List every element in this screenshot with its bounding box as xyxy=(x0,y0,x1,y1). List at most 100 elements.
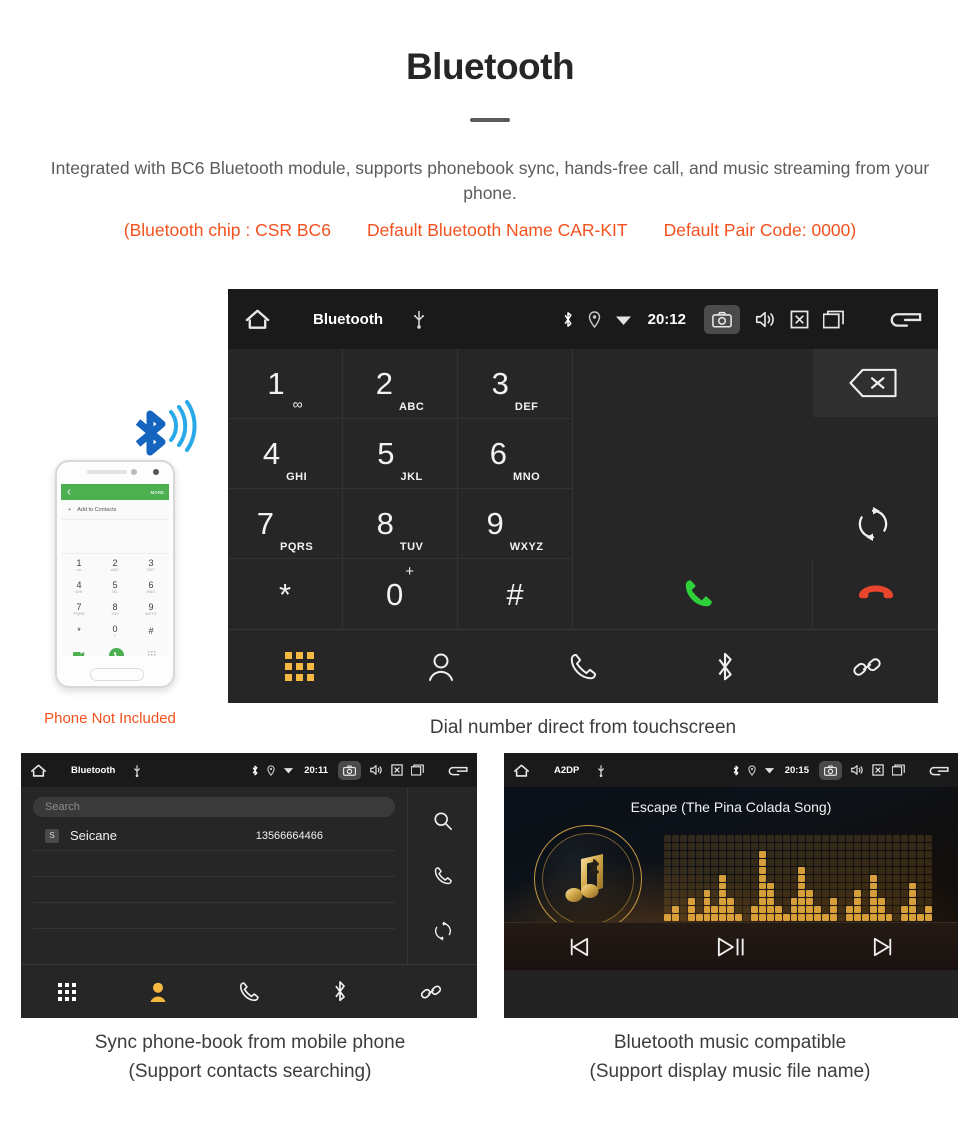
nav-keypad[interactable] xyxy=(228,652,370,681)
back-icon[interactable] xyxy=(928,764,949,777)
eq-dot xyxy=(719,906,727,914)
eq-dot xyxy=(735,906,743,914)
phone-call-button xyxy=(109,647,124,656)
key-4[interactable]: 4 GHI xyxy=(228,419,343,489)
eq-dot xyxy=(861,882,869,890)
camera-icon[interactable] xyxy=(819,760,842,780)
eq-dot xyxy=(853,835,861,842)
back-icon[interactable] xyxy=(888,308,922,330)
home-icon[interactable] xyxy=(513,763,530,778)
eq-dot xyxy=(790,914,798,922)
eq-dot xyxy=(727,850,735,858)
recent-apps-icon[interactable] xyxy=(411,764,425,776)
key-0[interactable]: 0 + xyxy=(343,559,458,629)
eq-dot xyxy=(806,882,814,890)
eq-dot xyxy=(751,898,758,906)
mute-icon[interactable] xyxy=(872,764,884,776)
eq-dot xyxy=(751,874,758,882)
phone-key: 8 TUV xyxy=(97,598,133,620)
eq-dot xyxy=(664,858,671,866)
eq-dot xyxy=(703,914,711,922)
volume-icon[interactable] xyxy=(754,310,776,329)
eq-dot xyxy=(695,850,703,858)
eq-dot xyxy=(695,866,703,874)
search-icon[interactable] xyxy=(433,811,453,831)
search-input[interactable]: Search xyxy=(33,797,395,817)
key-hash[interactable]: # xyxy=(458,559,573,629)
eq-dot xyxy=(687,842,695,850)
nav-contacts[interactable] xyxy=(370,652,512,682)
recent-apps-icon[interactable] xyxy=(823,310,846,329)
key-star[interactable]: * xyxy=(228,559,343,629)
key-7[interactable]: 7 PQRS xyxy=(228,489,343,559)
eq-dot xyxy=(687,850,695,858)
recent-apps-icon[interactable] xyxy=(892,764,906,776)
nav-call-log[interactable] xyxy=(512,652,654,682)
back-icon[interactable] xyxy=(447,764,468,777)
key-5[interactable]: 5 JKL xyxy=(343,419,458,489)
eq-dot xyxy=(695,914,703,922)
eq-dot xyxy=(893,898,901,906)
backspace-button[interactable] xyxy=(813,357,933,409)
nav-keypad[interactable] xyxy=(21,982,112,1001)
eq-dot xyxy=(845,882,853,890)
call-icon[interactable] xyxy=(433,866,453,886)
contact-row[interactable]: S Seicane 13566664466 xyxy=(33,821,395,851)
eq-dot xyxy=(782,898,790,906)
eq-dot xyxy=(727,835,735,842)
volume-icon[interactable] xyxy=(850,764,864,776)
eq-dot xyxy=(806,890,814,898)
eq-dot xyxy=(790,874,798,882)
mute-icon[interactable] xyxy=(391,764,403,776)
sync-icon[interactable] xyxy=(433,921,453,941)
phonebook-caption: Sync phone-book from mobile phone (Suppo… xyxy=(0,1029,500,1086)
previous-icon[interactable] xyxy=(568,937,590,957)
eq-dot xyxy=(727,898,735,906)
volume-icon[interactable] xyxy=(369,764,383,776)
nav-call-log[interactable] xyxy=(203,981,294,1003)
key-3[interactable]: 3 DEF xyxy=(458,349,573,419)
eq-dot xyxy=(917,850,925,858)
phone-key-letters: GHI xyxy=(75,589,83,594)
phone-key: * xyxy=(61,620,97,642)
hangup-button[interactable] xyxy=(813,559,938,629)
nav-contacts[interactable] xyxy=(112,981,203,1003)
eq-dot xyxy=(925,850,932,858)
eq-dot xyxy=(853,858,861,866)
nav-link[interactable] xyxy=(796,652,938,682)
mute-icon[interactable] xyxy=(790,310,809,329)
eq-dot xyxy=(727,890,735,898)
eq-dot xyxy=(877,914,885,922)
play-pause-icon[interactable] xyxy=(717,936,745,958)
key-digit: 5 xyxy=(377,436,395,471)
eq-dot xyxy=(893,874,901,882)
key-digit: 8 xyxy=(376,506,394,541)
eq-dot xyxy=(743,874,751,882)
key-1[interactable]: 1 ∞ xyxy=(228,349,343,419)
key-8[interactable]: 8 TUV xyxy=(343,489,458,559)
key-6[interactable]: 6 MNO xyxy=(458,419,573,489)
eq-dot xyxy=(917,906,925,914)
camera-icon[interactable] xyxy=(704,304,740,334)
phone-key-digit: 4 xyxy=(76,579,82,590)
home-icon[interactable] xyxy=(244,307,271,331)
eq-dot xyxy=(806,906,814,914)
eq-dot xyxy=(814,850,822,858)
nav-bluetooth[interactable] xyxy=(295,980,386,1003)
key-2[interactable]: 2 ABC xyxy=(343,349,458,419)
next-icon[interactable] xyxy=(872,937,894,957)
home-icon[interactable] xyxy=(30,763,47,778)
eq-dot xyxy=(869,898,877,906)
nav-link[interactable] xyxy=(386,981,477,1003)
eq-dot xyxy=(869,906,877,914)
camera-icon[interactable] xyxy=(338,760,361,780)
key-9[interactable]: 9 WXYZ xyxy=(458,489,573,559)
eq-dot xyxy=(703,906,711,914)
sync-button[interactable] xyxy=(813,489,933,559)
call-button[interactable] xyxy=(583,559,813,629)
eq-dot xyxy=(901,882,909,890)
phone-key-letters: TUV xyxy=(111,611,119,616)
nav-bluetooth[interactable] xyxy=(654,651,796,683)
eq-dot xyxy=(664,850,671,858)
eq-dot xyxy=(758,858,766,866)
